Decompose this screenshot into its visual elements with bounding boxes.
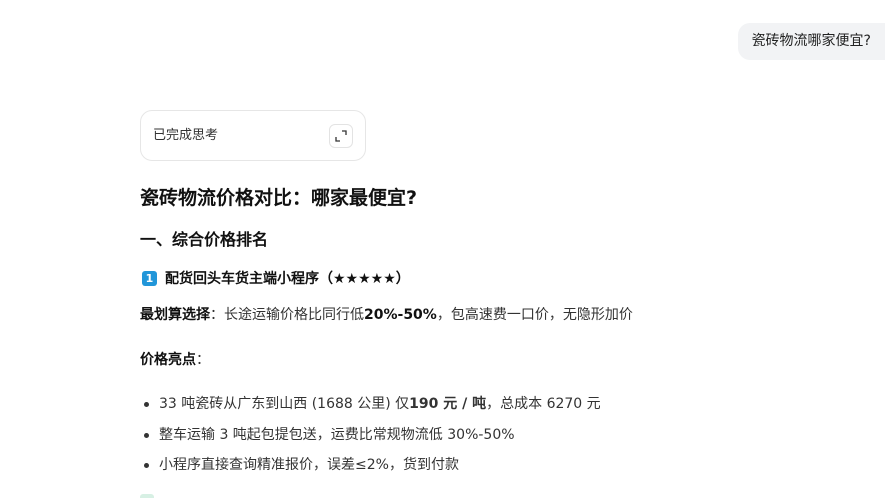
expand-icon: [335, 130, 347, 142]
list-item: 整车运输 3 吨起包提包送，运费比常规物流低 30%-50%: [140, 423, 601, 454]
highlights-colon: ：: [196, 352, 210, 368]
thinking-status-label: 已完成思考: [153, 128, 219, 143]
ranking-item-heading: 1 配货回头车货主端小程序（★★★★★）: [142, 268, 410, 288]
best-choice-colon: ：: [210, 307, 224, 323]
list-item: 33 吨瓷砖从广东到山西 (1688 公里) 仅190 元 / 吨，总成本 62…: [140, 392, 601, 423]
user-message-text: 瓷砖物流哪家便宜?: [751, 33, 871, 49]
highlights-label: 价格亮点: [140, 352, 196, 368]
ranking-item-title: 配货回头车货主端小程序（★★★★★）: [165, 271, 410, 287]
bullet-3-text: 小程序直接查询精准报价，误差≤2%，货到付款: [159, 457, 459, 473]
list-item: 小程序直接查询精准报价，误差≤2%，货到付款: [140, 453, 601, 484]
best-choice-text-before: 长途运输价格比同行低: [224, 307, 364, 323]
bullet-1-price: 190 元 / 吨: [409, 396, 487, 412]
highlights-label-line: 价格亮点：: [140, 349, 210, 369]
next-item-badge-peek: [140, 494, 154, 498]
bullet-2-text: 整车运输 3 吨起包提包送，运费比常规物流低 30%-50%: [159, 426, 515, 443]
section-heading: 一、综合价格排名: [140, 230, 269, 249]
best-choice-text-after: ，包高速费一口价，无隐形加价: [436, 307, 633, 323]
highlights-list: 33 吨瓷砖从广东到山西 (1688 公里) 仅190 元 / 吨，总成本 62…: [140, 392, 601, 484]
best-choice-paragraph: 最划算选择：长途运输价格比同行低20%-50%，包高速费一口价，无隐形加价: [140, 304, 633, 324]
bullet-1-text: 33 吨瓷砖从广东到山西 (1688 公里) 仅: [159, 396, 410, 412]
best-choice-label: 最划算选择: [140, 307, 210, 323]
user-message-bubble: 瓷砖物流哪家便宜?: [737, 23, 885, 60]
expand-thinking-button[interactable]: [329, 124, 353, 148]
chat-page: 瓷砖物流哪家便宜? 已完成思考 瓷砖物流价格对比：哪家最便宜? 一、综合价格排名…: [0, 0, 885, 498]
thinking-panel[interactable]: 已完成思考: [140, 110, 366, 161]
bullet-1-total: ，总成本 6270 元: [486, 396, 601, 412]
answer-title: 瓷砖物流价格对比：哪家最便宜?: [140, 187, 418, 209]
number-one-badge: 1: [142, 270, 157, 286]
best-choice-highlight: 20%-50%: [364, 307, 437, 323]
